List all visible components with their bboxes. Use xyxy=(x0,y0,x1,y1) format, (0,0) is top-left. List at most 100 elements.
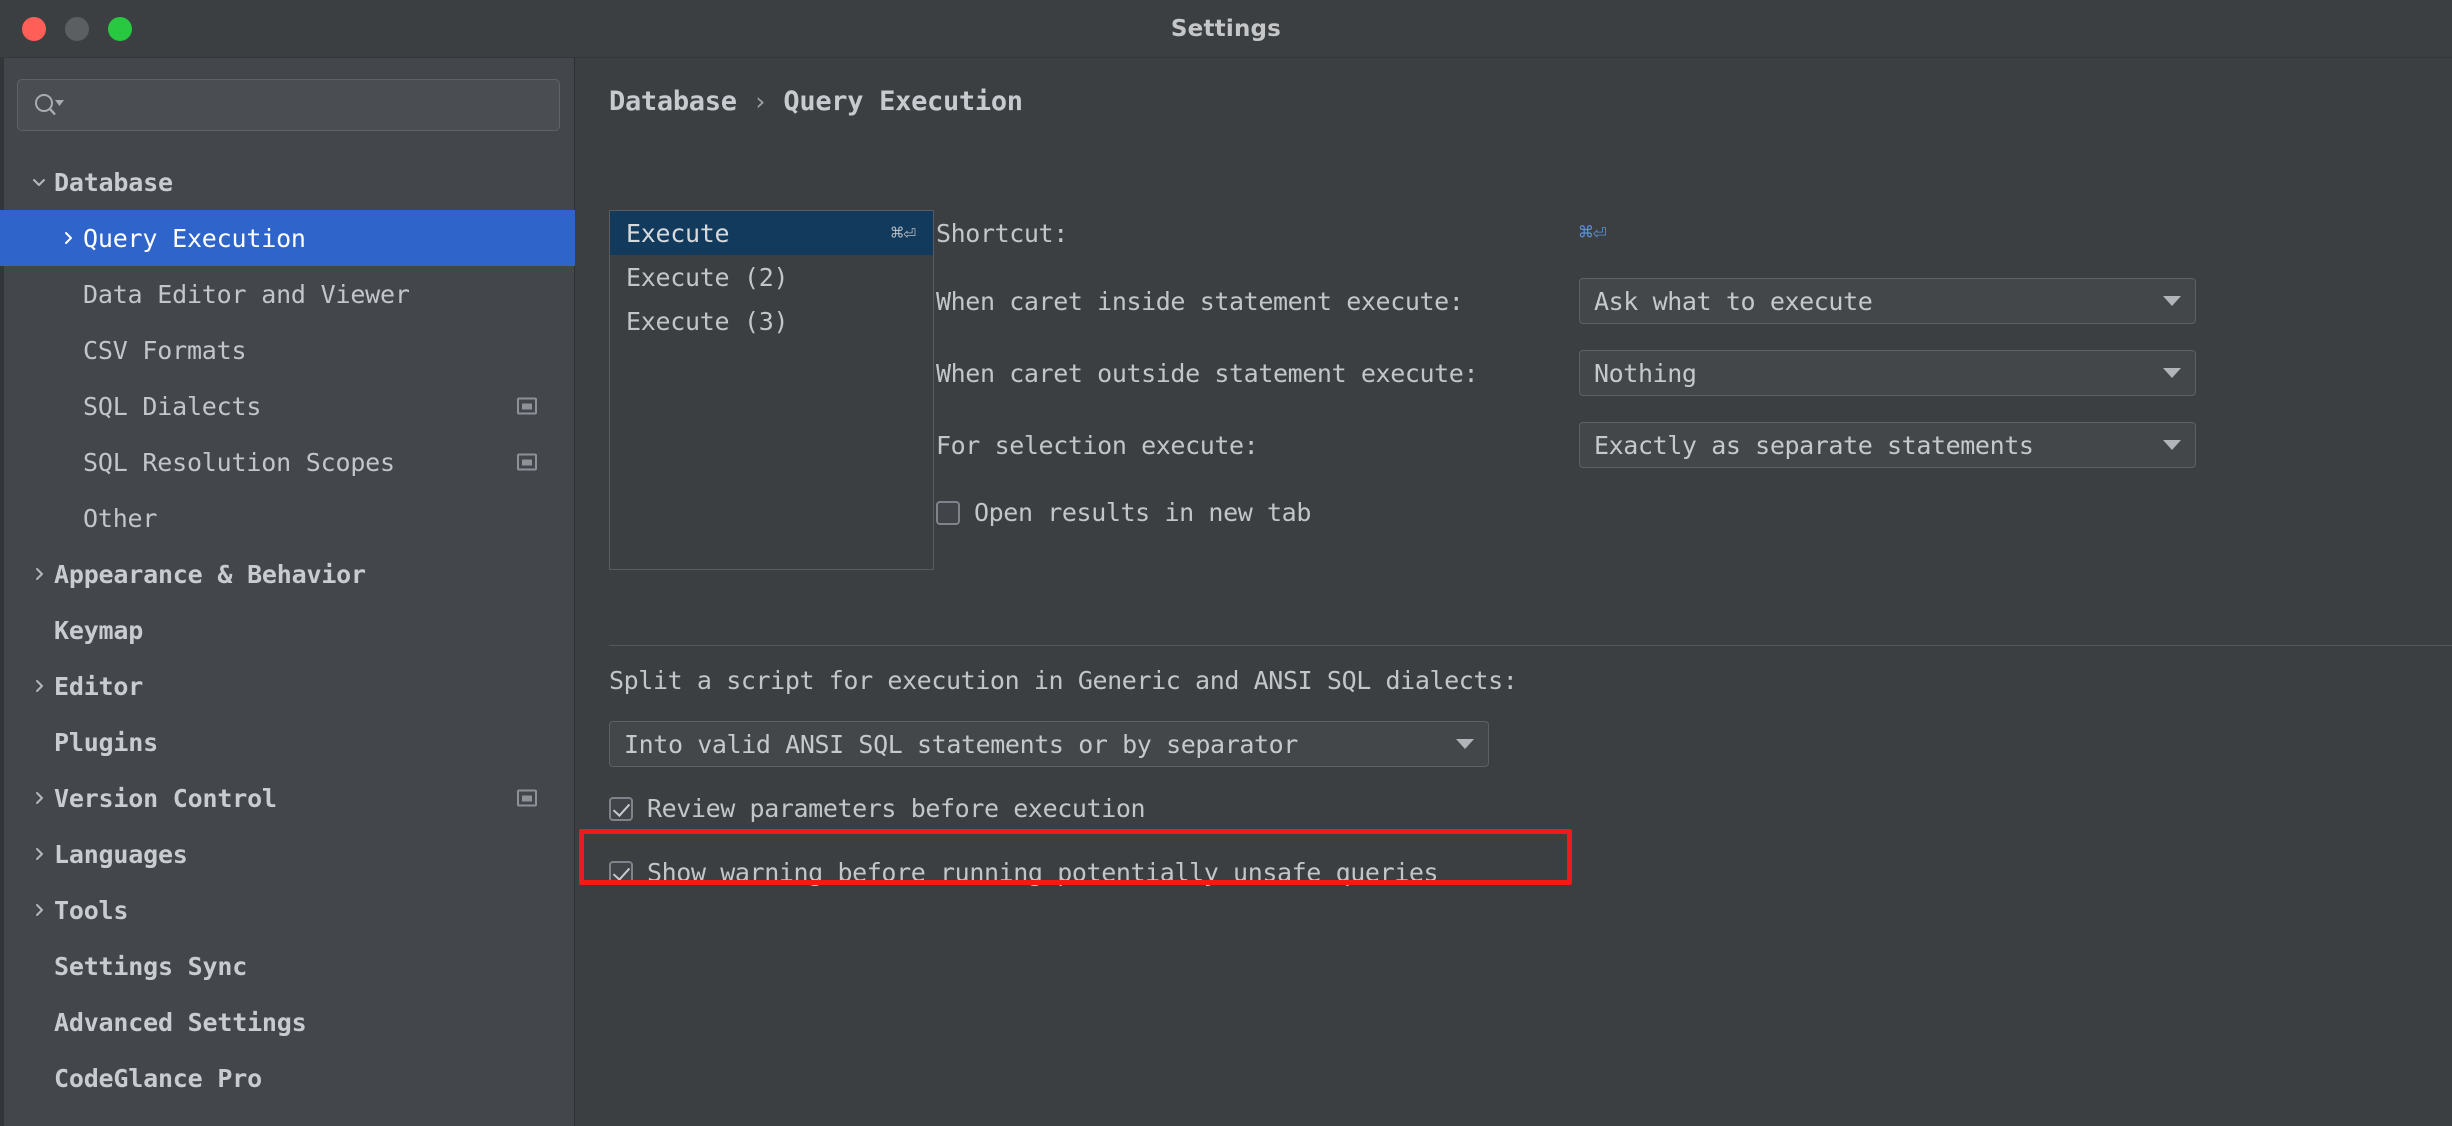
chevron-down-icon xyxy=(2163,440,2181,450)
chevron-right-icon[interactable] xyxy=(24,565,54,583)
for-selection-value: Exactly as separate statements xyxy=(1594,430,2034,460)
sidebar-item-editor[interactable]: Editor xyxy=(0,658,575,714)
config-list-item-label: Execute (3) xyxy=(626,306,789,336)
config-list-item[interactable]: Execute (3) xyxy=(610,299,933,343)
chevron-down-icon xyxy=(2163,368,2181,378)
sidebar-item-label: Query Execution xyxy=(83,223,306,253)
window-title: Settings xyxy=(1170,16,1282,42)
split-script-value: Into valid ANSI SQL statements or by sep… xyxy=(624,729,1298,759)
caret-inside-dropdown[interactable]: Ask what to execute xyxy=(1579,278,2196,324)
settings-sidebar: Database Query Execution Data Editor and V… xyxy=(0,58,575,1126)
search-input[interactable] xyxy=(76,80,546,130)
caret-inside-label: When caret inside statement execute: xyxy=(936,286,1464,316)
sidebar-item-label: Languages xyxy=(54,839,188,869)
sidebar-item-appearance-behavior[interactable]: Appearance & Behavior xyxy=(0,546,575,602)
config-list-item-shortcut: ⌘⏎ xyxy=(890,221,916,245)
title-bar: Settings xyxy=(0,0,2452,58)
modified-setting-icon xyxy=(517,453,537,471)
chevron-down-icon xyxy=(1456,739,1474,749)
search-box[interactable] xyxy=(17,79,560,131)
caret-outside-label: When caret outside statement execute: xyxy=(936,358,1479,388)
section-divider xyxy=(609,645,2452,646)
show-warning-label: Show warning before running potentially … xyxy=(647,858,1439,887)
for-selection-row: For selection execute: Exactly as separa… xyxy=(936,422,2416,468)
sidebar-item-tools[interactable]: Tools xyxy=(0,882,575,938)
split-script-label: Split a script for execution in Generic … xyxy=(609,666,1518,695)
chevron-right-icon[interactable] xyxy=(24,901,54,919)
open-results-label: Open results in new tab xyxy=(974,498,1311,527)
settings-tree: Database Query Execution Data Editor and V… xyxy=(0,154,575,1106)
shortcut-value: ⌘⏎ xyxy=(1579,220,1607,246)
shortcut-label: Shortcut: xyxy=(936,218,1068,248)
review-parameters-checkbox[interactable] xyxy=(609,796,633,821)
show-warning-checkbox-row[interactable]: Show warning before running potentially … xyxy=(609,858,1439,887)
settings-main-panel: Database › Query Execution Execute ⌘⏎ Exec… xyxy=(576,58,2452,1126)
search-icon[interactable] xyxy=(33,92,65,120)
caret-inside-value: Ask what to execute xyxy=(1594,286,1873,316)
zoom-button[interactable] xyxy=(108,17,132,41)
sidebar-item-label: CSV Formats xyxy=(83,335,247,365)
sidebar-item-plugins[interactable]: Plugins xyxy=(0,714,575,770)
caret-outside-value: Nothing xyxy=(1594,358,1697,388)
modified-setting-icon xyxy=(517,397,537,415)
sidebar-item-version-control[interactable]: Version Control xyxy=(0,770,575,826)
caret-outside-row: When caret outside statement execute: No… xyxy=(936,350,2416,396)
sidebar-item-query-execution[interactable]: Query Execution xyxy=(0,210,575,266)
sidebar-item-label: Settings Sync xyxy=(54,951,248,981)
sidebar-item-label: SQL Dialects xyxy=(83,391,262,421)
breadcrumb: Database › Query Execution xyxy=(609,86,1023,117)
shortcut-row: Shortcut: ⌘⏎ xyxy=(936,210,2416,256)
sidebar-item-label: Version Control xyxy=(54,783,277,813)
for-selection-dropdown[interactable]: Exactly as separate statements xyxy=(1579,422,2196,468)
sidebar-item-label: Tools xyxy=(54,895,129,925)
minimize-button[interactable] xyxy=(65,17,89,41)
config-list-item-label: Execute xyxy=(626,218,730,248)
search-container xyxy=(17,79,560,131)
split-script-dropdown[interactable]: Into valid ANSI SQL statements or by sep… xyxy=(609,721,1489,767)
chevron-right-icon[interactable] xyxy=(53,229,83,247)
modified-setting-icon xyxy=(517,789,537,807)
sidebar-item-label: Advanced Settings xyxy=(54,1007,307,1037)
sidebar-item-other[interactable]: Other xyxy=(0,490,575,546)
config-list-item-label: Execute (2) xyxy=(626,262,789,292)
sidebar-item-sql-dialects[interactable]: SQL Dialects xyxy=(0,378,575,434)
sidebar-item-sql-resolution-scopes[interactable]: SQL Resolution Scopes xyxy=(0,434,575,490)
chevron-right-icon[interactable] xyxy=(24,677,54,695)
close-button[interactable] xyxy=(22,17,46,41)
open-results-checkbox[interactable] xyxy=(936,500,960,525)
sidebar-item-database[interactable]: Database xyxy=(0,154,575,210)
sidebar-item-label: CodeGlance Pro xyxy=(54,1063,262,1093)
sidebar-item-codeglance-pro[interactable]: CodeGlance Pro xyxy=(0,1050,575,1106)
review-parameters-label: Review parameters before execution xyxy=(647,794,1146,823)
sidebar-item-csv-formats[interactable]: CSV Formats xyxy=(0,322,575,378)
chevron-down-icon xyxy=(2163,296,2181,306)
sidebar-item-data-editor-and-viewer[interactable]: Data Editor and Viewer xyxy=(0,266,575,322)
sidebar-item-label: Editor xyxy=(54,671,144,701)
chevron-right-icon[interactable] xyxy=(24,845,54,863)
sidebar-item-label: Database xyxy=(54,167,173,197)
config-list-item[interactable]: Execute (2) xyxy=(610,255,933,299)
breadcrumb-root[interactable]: Database xyxy=(609,86,737,117)
execute-config-list: Execute ⌘⏎ Execute (2) Execute (3) xyxy=(609,210,934,570)
sidebar-item-label: Plugins xyxy=(54,727,158,757)
chevron-right-icon[interactable] xyxy=(24,789,54,807)
sidebar-item-keymap[interactable]: Keymap xyxy=(0,602,575,658)
caret-outside-dropdown[interactable]: Nothing xyxy=(1579,350,2196,396)
sidebar-item-settings-sync[interactable]: Settings Sync xyxy=(0,938,575,994)
config-list-item[interactable]: Execute ⌘⏎ xyxy=(610,211,933,255)
sidebar-item-languages[interactable]: Languages xyxy=(0,826,575,882)
for-selection-label: For selection execute: xyxy=(936,430,1259,460)
show-warning-checkbox[interactable] xyxy=(609,860,633,885)
sidebar-item-label: SQL Resolution Scopes xyxy=(83,447,395,477)
settings-window: Settings Database Query Execution Data E… xyxy=(0,0,2452,1126)
breadcrumb-separator-icon: › xyxy=(752,87,768,116)
sidebar-item-label: Data Editor and Viewer xyxy=(83,279,410,309)
sidebar-item-advanced-settings[interactable]: Advanced Settings xyxy=(0,994,575,1050)
open-results-checkbox-row[interactable]: Open results in new tab xyxy=(936,498,1311,527)
traffic-light-controls xyxy=(22,17,132,41)
review-parameters-checkbox-row[interactable]: Review parameters before execution xyxy=(609,794,1146,823)
caret-inside-row: When caret inside statement execute: Ask… xyxy=(936,278,2416,324)
breadcrumb-leaf: Query Execution xyxy=(783,86,1023,117)
sidebar-item-label: Appearance & Behavior xyxy=(54,559,366,589)
chevron-down-icon[interactable] xyxy=(24,173,54,191)
